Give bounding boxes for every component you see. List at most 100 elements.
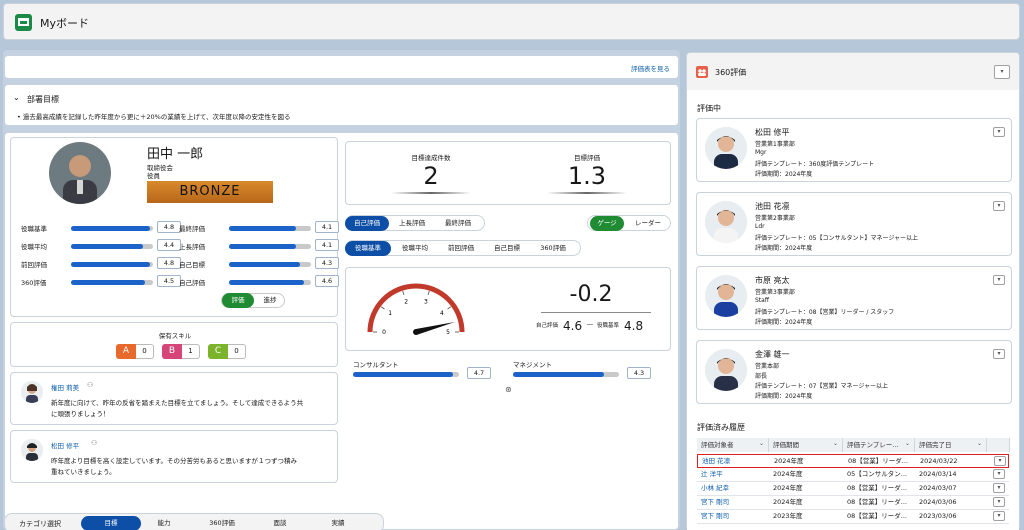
settings-icon[interactable]: ⊛ (505, 385, 512, 394)
metric-bar-track (71, 226, 153, 231)
metric-bar-track (229, 244, 311, 249)
person-menu-button[interactable]: ▾ (993, 349, 1005, 359)
table-row[interactable]: 宮下 剛司 2023年度 08【営業】リーダ... 2023/03/06 ▾ (697, 510, 1009, 524)
row-menu-button[interactable]: ▾ (994, 456, 1006, 466)
metric-label: 役職平均 (21, 243, 47, 251)
skill-count: 0 (136, 344, 154, 359)
compare-tab[interactable]: 役職平均 (392, 241, 438, 256)
cell-period: 2024年度 (773, 498, 803, 506)
competency-label: マネジメント (513, 361, 552, 369)
column-header-actions (987, 438, 1010, 452)
category-tab[interactable]: 実績 (313, 516, 363, 530)
chevron-down-icon[interactable]: ⌄ (759, 440, 764, 447)
cell-template: 05【コンサルタン... (847, 470, 907, 478)
chevron-down-icon[interactable]: ⌄ (977, 440, 982, 447)
row-menu-button[interactable]: ▾ (993, 497, 1005, 507)
row-menu-button[interactable]: ▾ (993, 483, 1005, 493)
tab-supervisor-eval[interactable]: 上長評価 (390, 216, 434, 231)
row-menu-button[interactable]: ▾ (993, 469, 1005, 479)
metric-label: 上長評価 (179, 243, 205, 251)
person-template: 評価テンプレート：05【コンサルタント】マネージャー以上 (755, 235, 919, 242)
skill-grade-a: A (116, 344, 136, 359)
person-card[interactable]: 金澤 雄一 営業本部 部長 評価テンプレート：07【営業】マネージャー以上 評価期間：2… (696, 340, 1012, 404)
chevron-down-icon[interactable]: ⌄ (833, 440, 838, 447)
compare-tab[interactable]: 前回評価 (438, 241, 484, 256)
person-card[interactable]: 市原 亮太 営業第3事業部 Staff 評価テンプレート：08【営業】リーダー / ス… (696, 266, 1012, 330)
person-dept: 営業本部 (755, 363, 780, 370)
person-template: 評価テンプレート：360度評価テンプレート (755, 161, 875, 168)
tab-radar[interactable]: レーダー (628, 216, 668, 231)
metric-value: 4.8 (157, 257, 181, 269)
left-metrics: 役職基準 4.8 役職平均 4.4 前回評価 4.8 360評価 4.5 (21, 221, 181, 302)
row-menu-button[interactable]: ▾ (993, 511, 1005, 521)
person-name: 松田 修平 (755, 128, 790, 137)
competency-value: 4.7 (467, 367, 491, 379)
metric-value: 4.3 (315, 257, 339, 269)
gauge-tick-label: 2 (404, 299, 408, 306)
divider (541, 312, 651, 313)
gauge-tick-label: 3 (424, 299, 428, 306)
gauge-chart: 0 1 2 3 4 5 (367, 283, 465, 336)
eval-type-tabs: 自己評価 上長評価 最終評価 (345, 215, 485, 231)
person-period: 評価期間：2024年度 (755, 171, 813, 178)
app-header: Myボード (3, 3, 1020, 40)
commenter-name[interactable]: 松田 修平 (51, 440, 79, 450)
category-tab[interactable]: 360評価 (197, 516, 247, 530)
eval-sheet-link[interactable]: 評価表を見る (631, 63, 670, 73)
person-card[interactable]: 松田 修平 営業第1事業部 Mgr 評価テンプレート：360度評価テンプレート 評価期間… (696, 118, 1012, 182)
table-row[interactable]: 宮下 剛司 2024年度 08【営業】リーダ... 2024/03/06 ▾ (697, 496, 1009, 510)
skill-grade-b: B (162, 344, 182, 359)
cell-target[interactable]: 辻 洋平 (697, 467, 769, 481)
comment-card-2: 松田 修平 ⚇ 昨年度より目標を高く設定しています。その分苦労もあると思いますが… (10, 430, 338, 483)
compare-tab[interactable]: 360評価 (530, 241, 576, 256)
cell-target[interactable]: 宮下 剛司 (697, 495, 769, 509)
compare-tab[interactable]: 役職基準 (345, 241, 391, 256)
table-row[interactable]: 辻 洋平 2024年度 05【コンサルタン... 2024/03/14 ▾ (697, 468, 1009, 482)
metric-bar-fill (71, 226, 150, 231)
compare-tab[interactable]: 自己目標 (484, 241, 530, 256)
chevron-down-icon[interactable]: ⌄ (905, 440, 910, 447)
person-menu-button[interactable]: ▾ (993, 275, 1005, 285)
cell-template: 08【営業】リーダ... (847, 484, 907, 492)
category-tab[interactable]: 能力 (139, 516, 189, 530)
metric-bar-track (229, 226, 311, 231)
table-row[interactable]: 池田 花凛 2024年度 08【営業】リーダ... 2024/03/22 ▾ (697, 454, 1009, 468)
person-menu-button[interactable]: ▾ (993, 201, 1005, 211)
gauge-tick-label: 1 (388, 310, 392, 317)
chevron-down-icon[interactable]: ⌄ (13, 93, 20, 102)
competency-value: 4.3 (627, 367, 651, 379)
panel-title: 360評価 (715, 68, 747, 77)
skills-title: 保有スキル (158, 332, 192, 340)
metric-bar-fill (71, 244, 144, 249)
gauge-card: 0 1 2 3 4 5 -0.2 自己評価 4.6 ― 役職基準 4.8 (345, 267, 671, 351)
category-tabs: 目標 能力 360評価 面談 実績 (81, 516, 381, 530)
table-row[interactable]: 小林 紀幸 2024年度 08【営業】リーダ... 2024/03/07 ▾ (697, 482, 1009, 496)
cell-target[interactable]: 小林 紀幸 (697, 481, 769, 495)
right-metrics: 最終評価 4.1 上長評価 4.1 自己目標 4.3 自己評価 4.6 (179, 221, 339, 302)
cell-target[interactable]: 宮下 剛司 (697, 509, 769, 523)
metric-row: 前回評価 4.8 (21, 257, 181, 269)
page-title: Myボード (40, 17, 90, 30)
goal-count-label: 目標達成件数 (411, 154, 451, 162)
panel-menu-button[interactable]: ▾ (994, 65, 1010, 79)
competency-bar-track (353, 372, 459, 377)
column-header[interactable]: 評価期間 (769, 438, 843, 452)
person-card[interactable]: 池田 花凛 営業第2事業部 Ldr 評価テンプレート：05【コンサルタント】マネージャ… (696, 192, 1012, 256)
tab-gauge[interactable]: ゲージ (590, 216, 624, 231)
category-tab[interactable]: 目標 (81, 516, 141, 530)
comment-text-line1: 昨年度より目標を高く設定しています。その分苦労もあると思いますが１つずつ積み (51, 457, 298, 465)
metric-bar-track (71, 280, 153, 285)
person-menu-button[interactable]: ▾ (993, 127, 1005, 137)
cell-target[interactable]: 池田 花凛 (698, 454, 770, 468)
tab-final-eval[interactable]: 最終評価 (436, 216, 480, 231)
metric-label: 自己評価 (179, 279, 205, 287)
category-label: カテゴリ選択 (19, 520, 61, 528)
tab-self-eval[interactable]: 自己評価 (345, 216, 389, 231)
category-tab[interactable]: 面談 (255, 516, 305, 530)
eval-link-bar: 評価表を見る (4, 55, 679, 79)
metric-bar-fill (229, 226, 297, 231)
commenter-name[interactable]: 権田 莉美 (51, 382, 79, 392)
progress-toggle-button[interactable]: 進捗 (254, 293, 286, 308)
user-icon: ⚇ (87, 381, 94, 389)
eval-toggle-button[interactable]: 評価 (222, 293, 254, 308)
